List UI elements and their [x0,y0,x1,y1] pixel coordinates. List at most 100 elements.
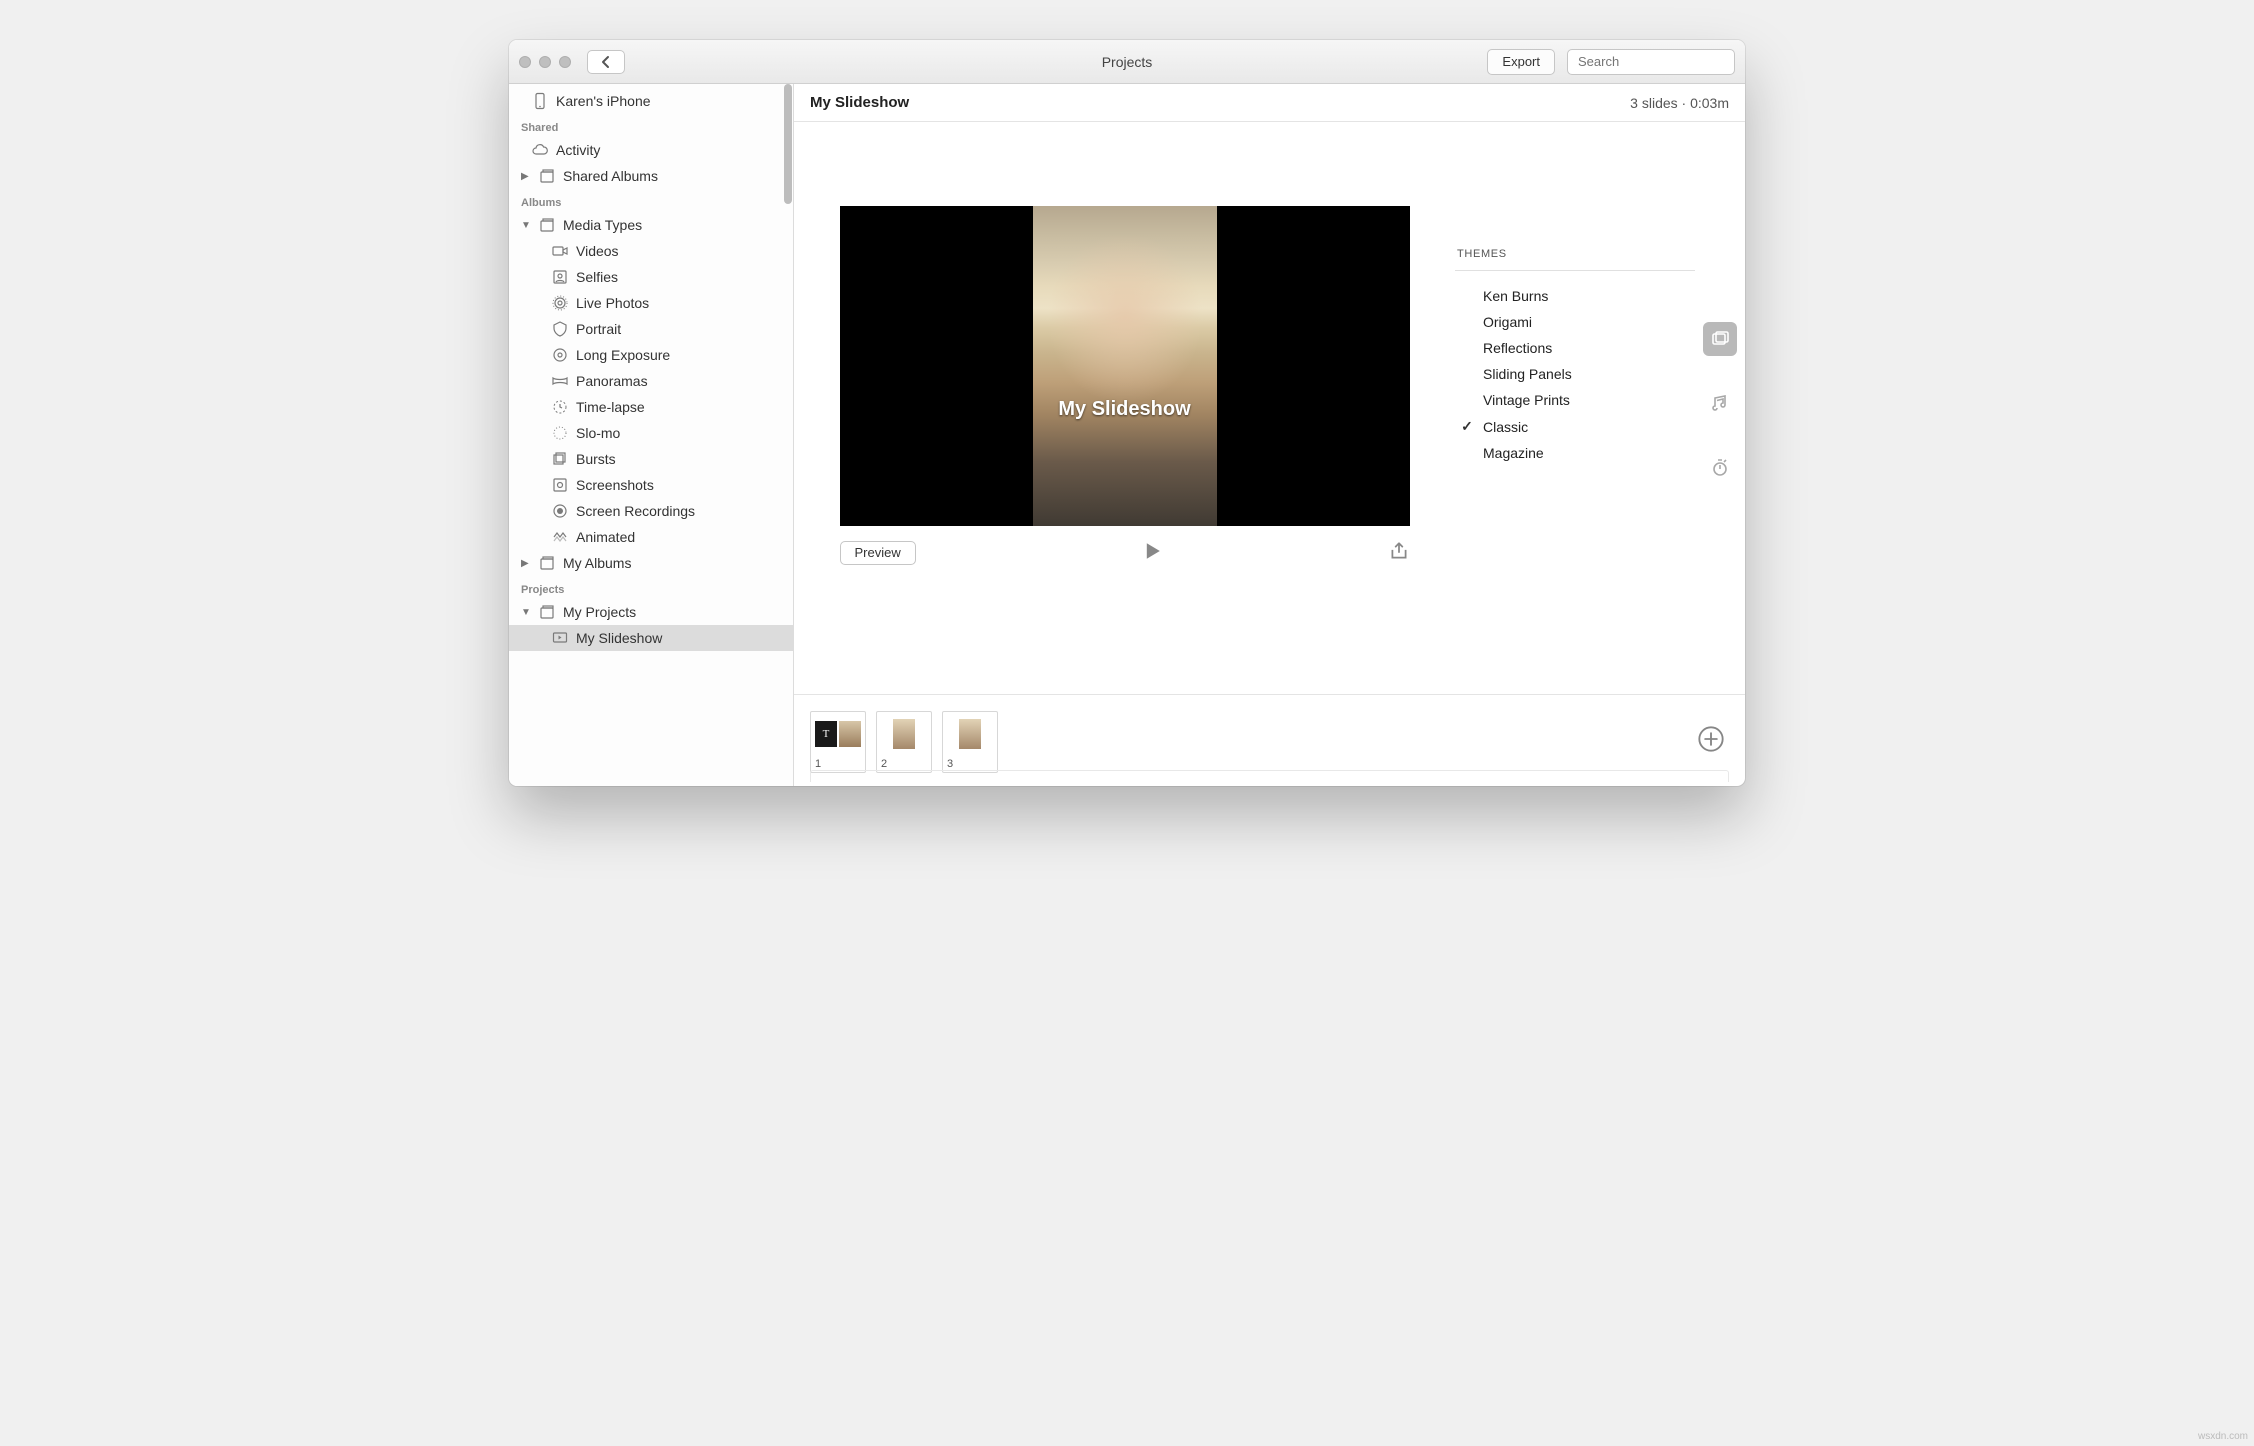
theme-label: Reflections [1483,340,1552,356]
chevron-right-icon[interactable]: ▶ [521,558,531,569]
themes-pane: THEMES Ken Burns Origami Reflections Sli… [1455,122,1695,694]
sidebar-item-selfies[interactable]: Selfies [509,264,793,290]
sidebar-item-videos[interactable]: Videos [509,238,793,264]
theme-item-vintage-prints[interactable]: Vintage Prints [1455,387,1695,413]
album-stack-icon [538,216,556,234]
slide-thumb-1[interactable]: T 1 [810,711,866,773]
screenshots-icon [551,476,569,494]
sidebar-item-long-exposure[interactable]: Long Exposure [509,342,793,368]
chevron-down-icon[interactable]: ▼ [521,220,531,231]
chevron-down-icon[interactable]: ▼ [521,607,531,618]
thumb-image [959,719,981,749]
sidebar-item-label: Media Types [563,217,642,233]
plus-circle-icon [1697,725,1725,753]
checkmark-icon: ✓ [1459,418,1475,435]
sidebar-item-time-lapse[interactable]: Time-lapse [509,394,793,420]
sidebar-item-slo-mo[interactable]: Slo-mo [509,420,793,446]
watermark: wsxdn.com [2198,1431,2248,1442]
theme-label: Classic [1483,419,1528,435]
chevron-left-icon [601,55,611,69]
sidebar-section-albums: Albums [509,189,793,212]
sidebar-item-media-types[interactable]: ▼ Media Types [509,212,793,238]
title-slide-badge: T [815,721,837,747]
sidebar-item-portrait[interactable]: Portrait [509,316,793,342]
sidebar-item-my-albums[interactable]: ▶ My Albums [509,550,793,576]
thumb-image [893,719,915,749]
minimize-window-button[interactable] [539,56,551,68]
videos-icon [551,242,569,260]
theme-label: Origami [1483,314,1532,330]
main-header: My Slideshow 3 slides · 0:03m [794,84,1745,122]
close-window-button[interactable] [519,56,531,68]
sidebar-item-bursts[interactable]: Bursts [509,446,793,472]
theme-item-origami[interactable]: Origami [1455,309,1695,335]
search-field[interactable] [1567,49,1735,75]
sidebar-item-device[interactable]: Karen's iPhone [509,88,793,114]
sidebar-item-label: Screenshots [576,477,654,493]
theme-item-magazine[interactable]: Magazine [1455,440,1695,466]
preview-button[interactable]: Preview [840,541,916,565]
theme-item-reflections[interactable]: Reflections [1455,335,1695,361]
sidebar-item-label: Bursts [576,451,616,467]
long-exposure-icon [551,346,569,364]
film-footer-divider [810,770,1729,782]
sidebar-item-shared-albums[interactable]: ▶ Shared Albums [509,163,793,189]
slideshow-icon [551,629,569,647]
sidebar-item-label: My Slideshow [576,630,662,646]
sidebar-item-live-photos[interactable]: Live Photos [509,290,793,316]
search-input[interactable] [1578,54,1745,69]
slide-thumb-3[interactable]: 3 [942,711,998,773]
sidebar-item-my-projects[interactable]: ▼ My Projects [509,599,793,625]
tool-rail [1695,122,1745,694]
sidebar-item-panoramas[interactable]: Panoramas [509,368,793,394]
theme-item-classic[interactable]: ✓ Classic [1455,413,1695,440]
stage: My Slideshow Preview [794,122,1455,694]
slide-thumb-2[interactable]: 2 [876,711,932,773]
chevron-right-icon[interactable]: ▶ [521,171,531,182]
album-stack-icon [538,554,556,572]
sidebar-item-label: Long Exposure [576,347,670,363]
add-slide-button[interactable] [1697,725,1727,755]
sidebar-scrollbar[interactable] [784,84,792,204]
preview-overlay-title: My Slideshow [840,398,1410,421]
tool-timing-button[interactable] [1703,450,1737,484]
sidebar-item-label: Time-lapse [576,399,645,415]
sidebar-item-my-slideshow[interactable]: My Slideshow [509,625,793,651]
sidebar-item-label: Animated [576,529,635,545]
sidebar-item-screen-recordings[interactable]: Screen Recordings [509,498,793,524]
titlebar: Projects Export [509,40,1745,84]
sidebar[interactable]: Karen's iPhone Shared Activity ▶ Shared … [509,84,794,786]
sidebar-item-label: Screen Recordings [576,503,695,519]
titlebar-right: Export [1487,49,1735,75]
sidebar-item-label: Slo-mo [576,425,620,441]
share-button[interactable] [1388,540,1410,565]
tool-themes-button[interactable] [1703,322,1737,356]
export-button[interactable]: Export [1487,49,1555,75]
sidebar-item-label: Portrait [576,321,621,337]
body: Karen's iPhone Shared Activity ▶ Shared … [509,84,1745,786]
project-title: My Slideshow [810,94,909,111]
play-button[interactable] [1139,538,1165,567]
theme-label: Sliding Panels [1483,366,1572,382]
app-window: Projects Export Karen's iPhone Shared [509,40,1745,786]
live-photos-icon [551,294,569,312]
tool-music-button[interactable] [1703,386,1737,420]
theme-item-ken-burns[interactable]: Ken Burns [1455,283,1695,309]
stage-controls: Preview [840,526,1410,567]
sidebar-item-screenshots[interactable]: Screenshots [509,472,793,498]
theme-label: Vintage Prints [1483,392,1570,408]
music-icon [1710,393,1730,413]
sidebar-item-animated[interactable]: Animated [509,524,793,550]
bursts-icon [551,450,569,468]
preview-frame[interactable]: My Slideshow [840,206,1410,526]
main: My Slideshow 3 slides · 0:03m My Slidesh… [794,84,1745,786]
sidebar-item-label: Selfies [576,269,618,285]
theme-list: Ken Burns Origami Reflections Sliding Pa… [1455,271,1695,466]
film-strip: T 1 2 3 [794,694,1745,786]
theme-item-sliding-panels[interactable]: Sliding Panels [1455,361,1695,387]
panoramas-icon [551,372,569,390]
fullscreen-window-button[interactable] [559,56,571,68]
themes-icon [1710,329,1730,349]
sidebar-item-activity[interactable]: Activity [509,137,793,163]
back-button[interactable] [587,50,625,74]
